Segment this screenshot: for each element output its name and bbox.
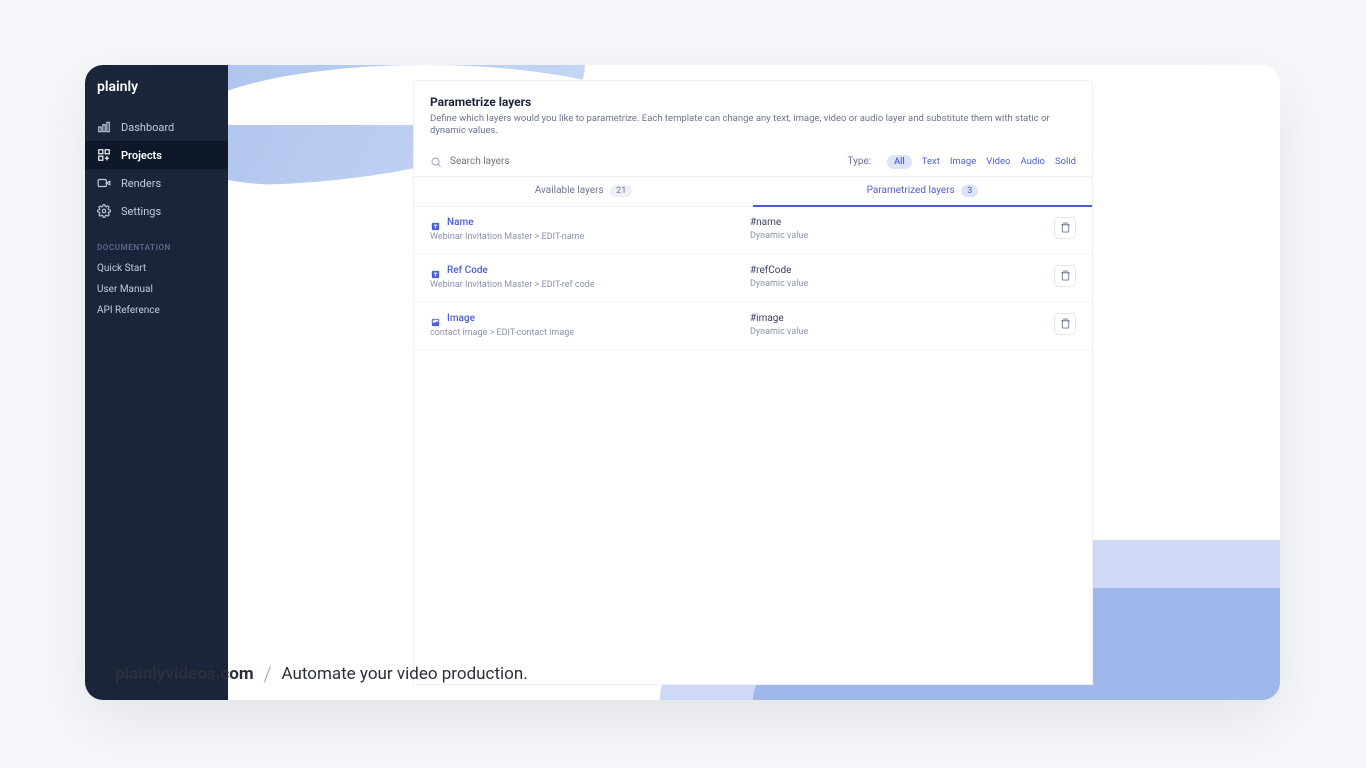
doc-link-user-manual[interactable]: User Manual xyxy=(85,279,228,300)
sidebar-item-label: Settings xyxy=(121,205,161,218)
layer-name: Image xyxy=(447,313,475,324)
sidebar-item-settings[interactable]: Settings xyxy=(85,197,228,225)
delete-layer-button[interactable] xyxy=(1054,313,1076,335)
sidebar-item-label: Dashboard xyxy=(121,121,174,134)
type-filter-text[interactable]: Text xyxy=(922,156,940,167)
image-layer-icon xyxy=(430,313,441,324)
layer-name: Name xyxy=(447,217,474,228)
brand-logo: plainly xyxy=(85,65,228,113)
type-filter-image[interactable]: Image xyxy=(950,156,976,167)
panel-title: Parametrize layers xyxy=(430,95,1076,109)
text-layer-icon xyxy=(430,217,441,228)
type-filter-audio[interactable]: Audio xyxy=(1020,156,1044,167)
caption-brand: plainlyvideos.com xyxy=(115,664,254,684)
chart-icon xyxy=(97,120,111,134)
tab-label: Parametrized layers xyxy=(867,185,955,196)
sidebar-item-label: Renders xyxy=(121,177,161,190)
sidebar-item-dashboard[interactable]: Dashboard xyxy=(85,113,228,141)
sidebar-item-label: Projects xyxy=(121,149,162,162)
trash-icon xyxy=(1060,266,1071,285)
search-input[interactable] xyxy=(450,156,650,167)
sidebar-item-renders[interactable]: Renders xyxy=(85,169,228,197)
search-icon xyxy=(430,156,442,168)
documentation-header: DOCUMENTATION xyxy=(85,225,228,258)
type-filter-solid[interactable]: Solid xyxy=(1055,156,1076,167)
panel-description: Define which layers would you like to pa… xyxy=(430,113,1076,138)
sidebar-item-projects[interactable]: Projects xyxy=(85,141,228,169)
trash-icon xyxy=(1060,218,1071,237)
main-content: Parametrize layers Define which layers w… xyxy=(228,65,1280,700)
layer-path: Webinar Invitation Master > EDIT-ref cod… xyxy=(430,280,750,290)
delete-layer-button[interactable] xyxy=(1054,217,1076,239)
tab-label: Available layers xyxy=(535,185,604,196)
layer-param: #refCode xyxy=(750,265,1054,276)
layer-param: #name xyxy=(750,217,1054,228)
tab-parametrized-layers[interactable]: Parametrized layers 3 xyxy=(753,177,1092,207)
layer-value-type: Dynamic value xyxy=(750,231,1054,241)
count-badge: 21 xyxy=(610,185,632,197)
doc-link-quick-start[interactable]: Quick Start xyxy=(85,258,228,279)
type-filter-video[interactable]: Video xyxy=(986,156,1010,167)
footer-caption: plainlyvideos.com / Automate your video … xyxy=(115,662,528,686)
grid-plus-icon xyxy=(97,148,111,162)
layer-row[interactable]: Name Webinar Invitation Master > EDIT-na… xyxy=(414,207,1092,255)
layer-param: #image xyxy=(750,313,1054,324)
layer-row[interactable]: Ref Code Webinar Invitation Master > EDI… xyxy=(414,255,1092,303)
layer-path: contact image > EDIT-contact image xyxy=(430,328,750,338)
tab-available-layers[interactable]: Available layers 21 xyxy=(414,177,753,207)
layer-path: Webinar Invitation Master > EDIT-name xyxy=(430,232,750,242)
caption-separator: / xyxy=(264,662,272,686)
text-layer-icon xyxy=(430,265,441,276)
parametrize-panel: Parametrize layers Define which layers w… xyxy=(413,80,1093,685)
video-icon xyxy=(97,176,111,190)
type-filter-label: Type: xyxy=(847,156,871,167)
gear-icon xyxy=(97,204,111,218)
trash-icon xyxy=(1060,314,1071,333)
caption-tagline: Automate your video production. xyxy=(282,664,528,684)
doc-link-api-reference[interactable]: API Reference xyxy=(85,300,228,321)
layer-value-type: Dynamic value xyxy=(750,327,1054,337)
type-filter-all[interactable]: All xyxy=(887,155,912,169)
sidebar: plainly Dashboard Projects Renders Setti… xyxy=(85,65,228,700)
layer-value-type: Dynamic value xyxy=(750,279,1054,289)
layer-name: Ref Code xyxy=(447,265,488,276)
count-badge: 3 xyxy=(961,185,978,197)
layer-row[interactable]: Image contact image > EDIT-contact image… xyxy=(414,303,1092,351)
delete-layer-button[interactable] xyxy=(1054,265,1076,287)
